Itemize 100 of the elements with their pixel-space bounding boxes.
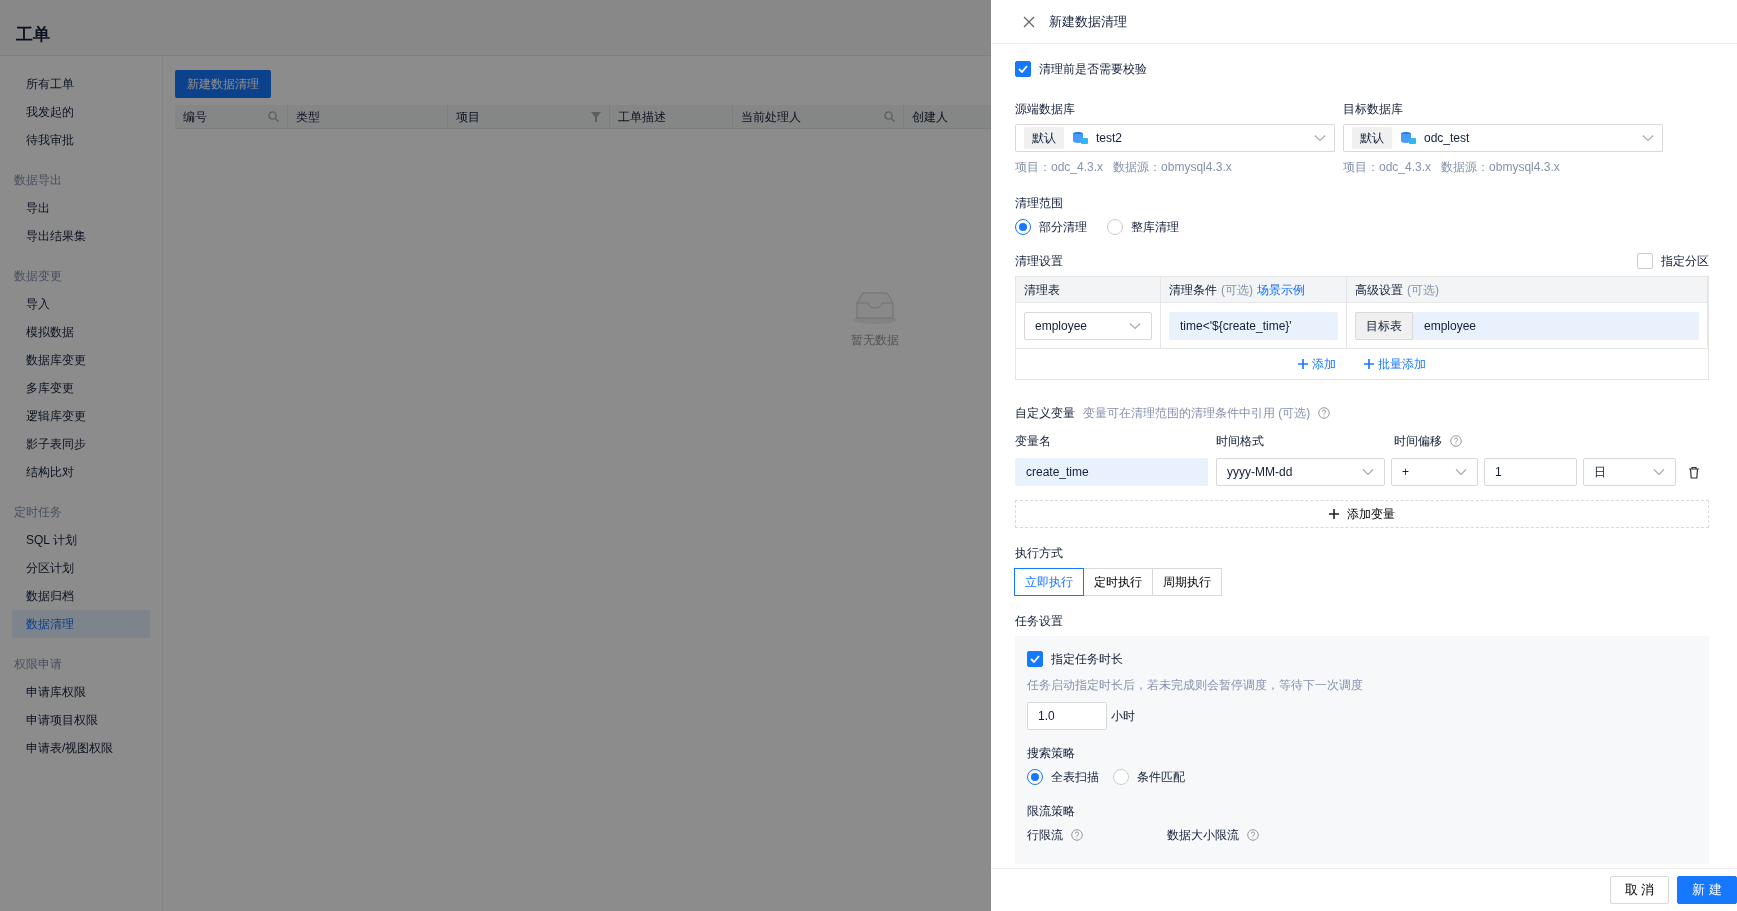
addon-label: 目标表 <box>1355 311 1413 340</box>
sidebar-item[interactable]: 申请项目权限 <box>12 706 150 734</box>
table-select[interactable]: employee <box>1024 311 1152 340</box>
sidebar-heading: 数据变更 <box>13 268 63 285</box>
unit-select[interactable]: 日 <box>1583 458 1676 486</box>
sidebar-item[interactable]: 导出结果集 <box>12 222 150 250</box>
help-icon <box>1450 435 1462 447</box>
add-link[interactable]: 批量添加 <box>1364 355 1426 373</box>
sidebar-item[interactable]: 申请表/视图权限 <box>12 734 150 762</box>
sidebar-item[interactable]: 影子表同步 <box>12 430 150 458</box>
column-header: 变量名 <box>1015 433 1051 450</box>
format-select[interactable]: yyyy-MM-dd <box>1216 458 1385 486</box>
caret-icon <box>1653 468 1665 476</box>
sidebar-item[interactable]: 导入 <box>12 290 150 318</box>
sidebar-heading: 权限申请 <box>13 656 63 673</box>
duration-input[interactable]: 1.0 <box>1027 702 1107 730</box>
optional-hint: (可选) <box>1221 281 1253 299</box>
radio-label: 全表扫描 <box>1051 769 1099 786</box>
empty-box-icon <box>851 289 899 325</box>
radio-label: 条件匹配 <box>1137 769 1185 786</box>
field-label: 源端数据库 <box>1015 101 1076 118</box>
new-cleanup-button[interactable]: 新建数据清理 <box>175 70 271 98</box>
radio-button[interactable] <box>1113 769 1129 785</box>
add-link[interactable]: 添加 <box>1298 355 1336 373</box>
column-header: 当前处理人 <box>741 108 801 126</box>
column-header: 创建人 <box>912 108 948 126</box>
check-icon <box>1030 655 1040 663</box>
radio-button[interactable] <box>1027 769 1043 785</box>
sidebar-item[interactable]: SQL 计划 <box>12 526 150 554</box>
variable-name-input[interactable]: create_time <box>1015 458 1208 486</box>
caret-icon <box>1129 321 1141 330</box>
field-label: 搜索策略 <box>1027 745 1076 762</box>
select-value: + <box>1402 464 1409 481</box>
sidebar-heading: 数据导出 <box>13 172 63 189</box>
checkbox[interactable] <box>1015 61 1031 77</box>
segment-tab[interactable]: 立即执行 <box>1014 568 1084 596</box>
add-variable-button[interactable]: 添加变量 <box>1015 500 1709 528</box>
example-link[interactable]: 场景示例 <box>1257 280 1305 299</box>
radio-label: 部分清理 <box>1039 219 1087 236</box>
sidebar-item[interactable]: 逻辑库变更 <box>12 402 150 430</box>
radio-label: 整库清理 <box>1131 219 1179 236</box>
select-value: odc_test <box>1424 130 1471 147</box>
column-header: 高级设置 <box>1355 281 1403 299</box>
segment-tab[interactable]: 周期执行 <box>1152 568 1222 596</box>
help-text: 任务启动指定时长后，若未完成则会暂停调度，等待下一次调度 <box>1027 677 1364 694</box>
column-header: 工单描述 <box>618 108 666 126</box>
datasource-info: 数据源：obmysql4.3.x <box>1441 159 1560 176</box>
submit-button[interactable]: 新 建 <box>1677 876 1737 904</box>
sidebar-item[interactable]: 导出 <box>12 194 150 222</box>
condition-input[interactable]: time<'${create_time}' <box>1169 311 1338 340</box>
offset-input[interactable]: 1 <box>1484 458 1577 486</box>
segment-tab[interactable]: 定时执行 <box>1083 568 1153 596</box>
select-value: 日 <box>1594 464 1606 481</box>
sidebar-item[interactable]: 结构比对 <box>12 458 150 486</box>
checkbox-label: 清理前是否需要校验 <box>1039 61 1147 78</box>
plus-icon <box>1329 509 1339 519</box>
sidebar-heading: 定时任务 <box>13 504 63 521</box>
select-value: yyyy-MM-dd <box>1227 464 1293 481</box>
database-select[interactable]: 默认 odc_test <box>1343 124 1663 152</box>
caret-icon <box>1314 134 1326 142</box>
column-header: 类型 <box>296 108 320 126</box>
project-info: 项目：odc_4.3.x <box>1015 159 1104 176</box>
sidebar-item[interactable]: 我发起的 <box>12 98 150 126</box>
sidebar-item[interactable]: 所有工单 <box>12 70 150 98</box>
sidebar-item[interactable]: 数据归档 <box>12 582 150 610</box>
sidebar-item[interactable]: 待我审批 <box>12 126 150 154</box>
sign-select[interactable]: + <box>1391 458 1478 486</box>
sidebar-item[interactable]: 多库变更 <box>12 374 150 402</box>
sidebar-item[interactable]: 模拟数据 <box>12 318 150 346</box>
radio-button[interactable] <box>1107 219 1123 235</box>
help-icon <box>1247 829 1259 841</box>
plus-icon <box>1298 359 1308 369</box>
default-tag: 默认 <box>1352 127 1392 149</box>
radio-button[interactable] <box>1015 219 1031 235</box>
select-value: employee <box>1035 317 1088 335</box>
delete-icon[interactable] <box>1688 465 1700 479</box>
sidebar-item[interactable]: 申请库权限 <box>12 678 150 706</box>
unit-label: 小时 <box>1111 708 1135 725</box>
cancel-button[interactable]: 取 消 <box>1609 876 1670 904</box>
target-table-input[interactable]: 目标表 employee <box>1355 311 1699 340</box>
drawer-title: 新建数据清理 <box>1049 12 1127 31</box>
field-label: 行限流 <box>1027 827 1063 844</box>
column-header: 编号 <box>183 108 207 126</box>
field-label: 数据大小限流 <box>1167 827 1239 844</box>
database-select[interactable]: 默认 test2 <box>1015 124 1335 152</box>
plus-icon <box>1364 359 1374 369</box>
close-icon[interactable] <box>1023 15 1035 28</box>
sidebar-item[interactable]: 分区计划 <box>12 554 150 582</box>
input-value: employee <box>1413 311 1699 340</box>
field-label: 限流策略 <box>1027 803 1076 820</box>
checkbox-label: 指定分区 <box>1661 253 1709 270</box>
project-info: 项目：odc_4.3.x <box>1343 159 1432 176</box>
checkbox[interactable] <box>1637 253 1653 269</box>
checkbox[interactable] <box>1027 651 1043 667</box>
sidebar-item[interactable]: 数据库变更 <box>12 346 150 374</box>
column-header: 清理表 <box>1024 281 1060 299</box>
field-label: 任务设置 <box>1015 613 1064 630</box>
caret-icon <box>1362 468 1374 476</box>
optional-hint: (可选) <box>1407 281 1439 299</box>
field-label: 执行方式 <box>1015 545 1064 562</box>
